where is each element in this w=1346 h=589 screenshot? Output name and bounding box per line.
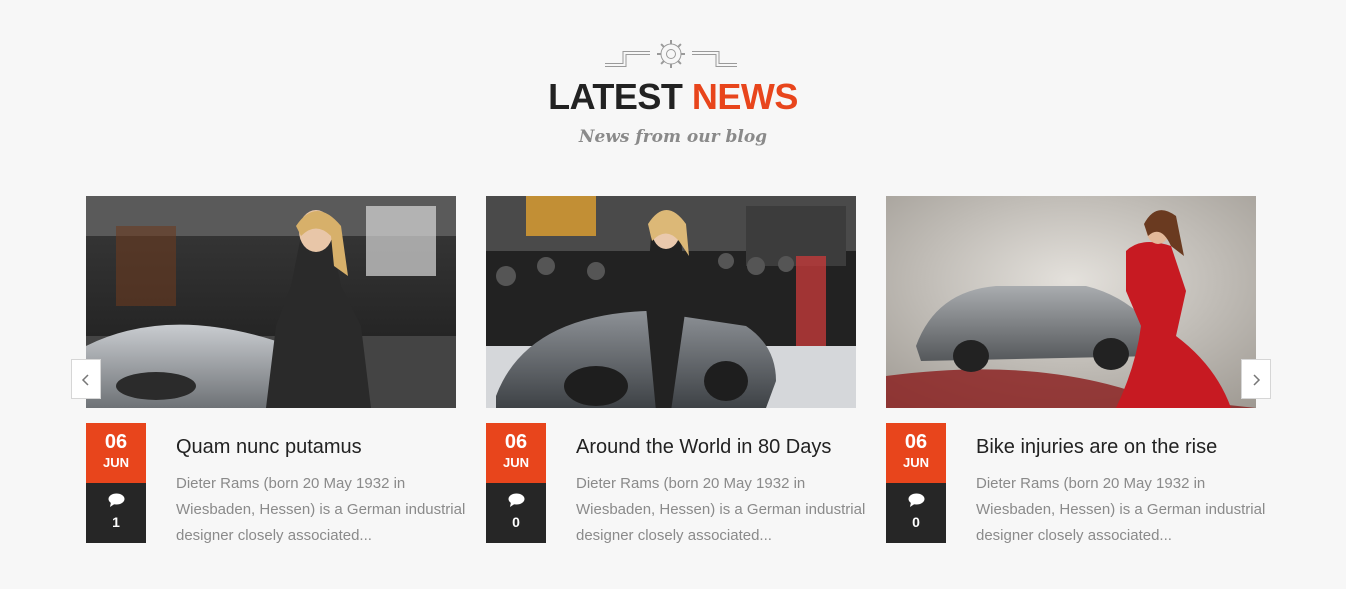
news-card: 06 JUN 0 Around the World in 80 Days Die…: [486, 196, 865, 546]
post-title-link[interactable]: Around the World in 80 Days: [576, 435, 866, 459]
post-date: 06 JUN: [886, 423, 946, 483]
post-image[interactable]: [886, 196, 1256, 408]
chevron-right-icon: [1253, 374, 1261, 386]
section-title: LATEST NEWS: [0, 76, 1346, 118]
section-title-accent: NEWS: [691, 76, 799, 117]
carousel-prev-button[interactable]: [71, 359, 101, 399]
post-image[interactable]: [486, 196, 856, 408]
gear-icon: [605, 40, 737, 68]
comment-count: 0: [512, 514, 520, 530]
chevron-left-icon: [81, 374, 89, 386]
comment-count: 0: [912, 514, 920, 530]
section-title-main: LATEST: [548, 76, 683, 117]
post-month: JUN: [902, 455, 929, 470]
post-date: 06 JUN: [486, 423, 546, 483]
post-title-link[interactable]: Bike injuries are on the rise: [976, 435, 1266, 459]
news-card: 06 JUN 1 Quam nunc putamus Dieter Rams (…: [86, 196, 465, 546]
post-excerpt: Dieter Rams (born 20 May 1932 in Wiesbad…: [576, 475, 866, 544]
post-day: 06: [104, 431, 128, 453]
news-card: 06 JUN 0 Bike injuries are on the rise D…: [886, 196, 1265, 546]
comment-icon: [908, 493, 925, 507]
comment-icon: [108, 493, 125, 507]
comment-icon: [508, 493, 525, 507]
post-day: 06: [504, 431, 528, 453]
comments-link[interactable]: 0: [886, 483, 946, 543]
post-day: 06: [904, 431, 928, 453]
post-date: 06 JUN: [86, 423, 146, 483]
comments-link[interactable]: 1: [86, 483, 146, 543]
carousel-next-button[interactable]: [1241, 359, 1271, 399]
post-image[interactable]: [86, 196, 456, 408]
post-excerpt: Dieter Rams (born 20 May 1932 in Wiesbad…: [176, 475, 466, 544]
post-month: JUN: [502, 455, 529, 470]
comment-count: 1: [112, 514, 120, 530]
section-subtitle: News from our blog: [578, 127, 768, 147]
latest-news-section: LATEST NEWS News from our blog 06 JUN 1 …: [0, 0, 1346, 589]
comments-link[interactable]: 0: [486, 483, 546, 543]
post-title-link[interactable]: Quam nunc putamus: [176, 435, 466, 459]
post-excerpt: Dieter Rams (born 20 May 1932 in Wiesbad…: [976, 475, 1266, 544]
post-month: JUN: [102, 455, 129, 470]
